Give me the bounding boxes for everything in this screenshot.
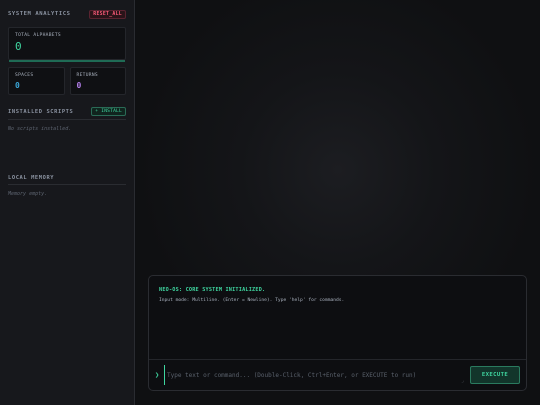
execute-button[interactable]: EXECUTE: [470, 366, 520, 384]
console-init-message: NEO-OS: CORE SYSTEM INITIALIZED.: [159, 287, 266, 293]
returns-value: 0: [76, 81, 82, 90]
reset-all-button[interactable]: RESET_ALL: [89, 9, 126, 19]
resize-handle-icon[interactable]: ⌟: [461, 378, 464, 390]
local-memory-title: LOCAL MEMORY: [8, 175, 55, 181]
returns-card: RETURNS 0: [69, 67, 126, 95]
console-mode-message: Input mode: Multiline. (Enter = Newline)…: [159, 298, 345, 303]
console-output: NEO-OS: CORE SYSTEM INITIALIZED. Input m…: [149, 276, 526, 360]
sidebar: SYSTEM ANALYTICS RESET_ALL TOTAL ALPHABE…: [0, 0, 135, 405]
total-alphabets-label: TOTAL ALPHABETS: [15, 33, 61, 38]
spaces-value: 0: [15, 81, 20, 90]
installed-scripts-title: INSTALLED SCRIPTS: [8, 108, 74, 115]
local-memory-header: LOCAL MEMORY: [8, 175, 126, 185]
installed-scripts-header: INSTALLED SCRIPTS + INSTALL: [8, 107, 126, 120]
stats-row: SPACES 0 RETURNS 0: [8, 67, 126, 95]
total-alphabets-value: 0: [15, 40, 22, 53]
install-script-button[interactable]: + INSTALL: [91, 107, 126, 116]
spaces-card: SPACES 0: [8, 67, 65, 95]
sidebar-title: SYSTEM ANALYTICS: [8, 11, 71, 17]
sidebar-header: SYSTEM ANALYTICS RESET_ALL: [8, 8, 126, 20]
command-input[interactable]: [164, 365, 457, 385]
returns-label: RETURNS: [76, 73, 98, 78]
console-panel: NEO-OS: CORE SYSTEM INITIALIZED. Input m…: [148, 275, 527, 391]
scripts-empty-message: No scripts installed.: [8, 126, 72, 132]
prompt-chevron-icon: ❯: [155, 371, 160, 379]
spaces-label: SPACES: [15, 73, 34, 78]
total-progress-bar: [9, 60, 125, 62]
total-alphabets-card: TOTAL ALPHABETS 0: [8, 27, 126, 62]
memory-empty-message: Memory empty.: [8, 191, 48, 197]
console-input-bar: ❯ ⌟ EXECUTE: [149, 359, 526, 390]
